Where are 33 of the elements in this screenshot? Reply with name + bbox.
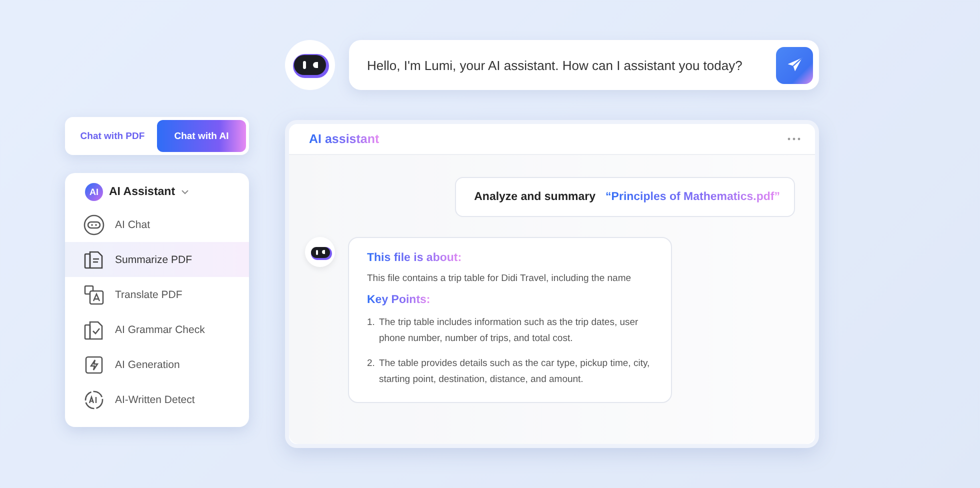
key-point: The trip table includes information such as the trip dates, user phone number, number of trips, and total cost.	[378, 316, 640, 346]
translate-icon	[83, 284, 105, 306]
message-text: Analyze and summary	[474, 191, 596, 203]
panel-title: AI assistant	[309, 132, 380, 146]
list-number: 2.	[367, 357, 375, 371]
document-icon	[83, 248, 105, 270]
menu-item[interactable]: AI Generation	[65, 347, 249, 382]
reply-summary: This file contains a trip table for Didi Travel, including the name	[367, 273, 632, 284]
lightning-icon	[83, 354, 105, 376]
bot-avatar	[305, 237, 335, 267]
menu-item[interactable]: AI-Written Detect	[65, 382, 249, 417]
reply-heading: Key Points:	[367, 294, 430, 306]
key-point: The table provides details such as the car type, pickup time, city, starting point, destination, distance, and amount.	[378, 357, 651, 387]
menu-item[interactable]: AI Grammar Check	[65, 312, 249, 347]
document-check-icon	[83, 318, 105, 340]
mode-tab[interactable]: Chat with AI	[157, 120, 246, 152]
more-icon[interactable]	[787, 137, 801, 141]
ai-detect-icon	[83, 388, 105, 410]
menu-title: AI Assistant	[109, 186, 176, 198]
ai-badge: AI	[85, 183, 103, 201]
reply-heading: This file is about:	[367, 252, 462, 264]
robot-icon	[83, 214, 105, 236]
file-name: “Principles of Mathematics.pdf”	[606, 191, 780, 203]
menu-item[interactable]: Summarize PDF	[65, 242, 249, 277]
send-icon	[786, 56, 804, 74]
caret-icon	[181, 189, 190, 195]
menu-item[interactable]: AI Chat	[65, 207, 249, 242]
menu-item[interactable]: Translate PDF	[65, 277, 249, 312]
mode-tab[interactable]: Chat with PDF	[68, 120, 157, 152]
send-button[interactable]	[776, 46, 813, 84]
list-number: 1.	[367, 316, 375, 330]
bot-avatar	[285, 40, 335, 90]
prompt-text: Hello, I'm Lumi, your AI assistant. How can I assistant you today?	[367, 58, 742, 72]
